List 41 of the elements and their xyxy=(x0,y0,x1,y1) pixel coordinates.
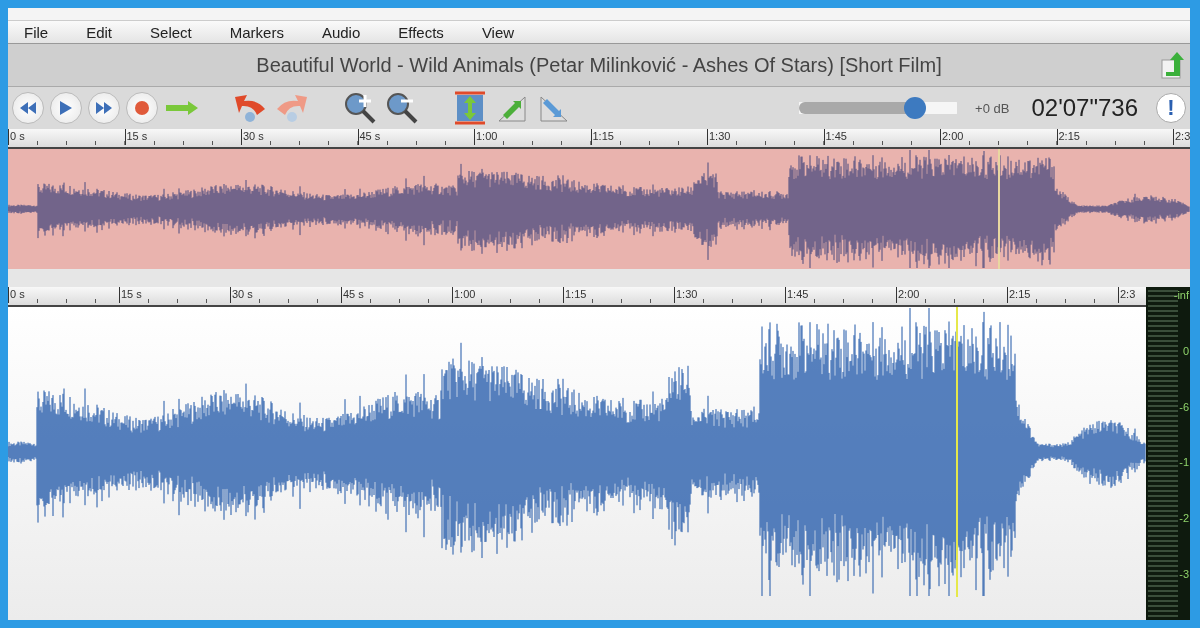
meter-label: -2 xyxy=(1179,512,1190,525)
menu-item[interactable]: Effects xyxy=(398,23,444,41)
arrow-icon xyxy=(166,101,198,115)
time-label: 2:3 xyxy=(1173,129,1190,145)
time-label: 1:00 xyxy=(474,129,591,145)
meter-label: -inf xyxy=(1173,289,1190,301)
zoom-in-button[interactable] xyxy=(342,91,378,125)
fast-forward-icon xyxy=(96,102,112,114)
rewind-icon xyxy=(20,102,36,114)
fit-vertical-button[interactable] xyxy=(452,91,488,125)
time-label: 30 s xyxy=(241,129,358,145)
meter-label: -1 xyxy=(1179,456,1190,469)
play-icon xyxy=(60,101,72,115)
info-button[interactable]: ! xyxy=(1156,93,1186,123)
record-button[interactable] xyxy=(126,92,158,124)
fit-vertical-icon xyxy=(455,91,485,125)
menu-item[interactable]: Audio xyxy=(321,23,361,41)
meter-label: 0 xyxy=(1182,344,1190,357)
time-label: 2:00 xyxy=(940,129,1057,145)
menu-item[interactable]: Select xyxy=(150,23,192,41)
time-label: 1:30 xyxy=(707,129,824,145)
document-title: Beautiful World - Wild Animals (Petar Milinković - Ashes Of Stars) [Short Film] xyxy=(256,53,942,77)
fast-forward-button[interactable] xyxy=(88,92,120,124)
meter-label: -6 xyxy=(1179,400,1190,413)
redo-icon xyxy=(275,93,309,123)
time-label: 0 s xyxy=(8,129,125,145)
zoom-in-icon xyxy=(343,91,377,125)
zoom-out-icon xyxy=(385,91,419,125)
undo-icon xyxy=(233,93,267,123)
menu-item[interactable]: Markers xyxy=(229,23,284,41)
rewind-button[interactable] xyxy=(12,92,44,124)
record-icon xyxy=(135,101,149,115)
zoom-out-button[interactable] xyxy=(384,91,420,125)
volume-reading: +0 dB xyxy=(975,100,1010,116)
time-display: 02'07"736 xyxy=(1031,94,1138,122)
meter-label: -3 xyxy=(1179,568,1190,580)
menu-item[interactable]: View xyxy=(481,23,515,41)
menu-item[interactable]: Edit xyxy=(86,23,113,41)
play-button[interactable] xyxy=(50,92,82,124)
upload-icon[interactable] xyxy=(1160,50,1186,80)
menu-item[interactable]: File xyxy=(24,23,49,41)
